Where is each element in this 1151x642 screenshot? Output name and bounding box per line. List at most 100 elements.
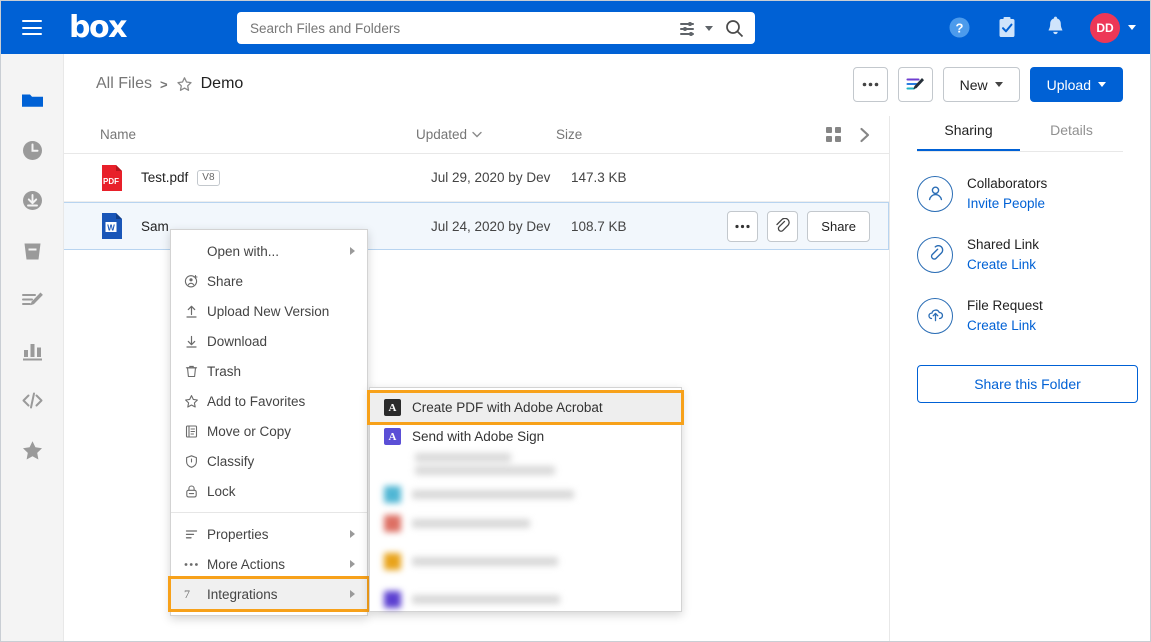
ellipsis-icon bbox=[862, 82, 878, 87]
sidebar-item-notes[interactable] bbox=[18, 286, 46, 314]
favorite-star-icon[interactable] bbox=[176, 76, 193, 93]
sidebar-item-recents[interactable] bbox=[18, 136, 46, 164]
version-badge[interactable]: V8 bbox=[197, 169, 220, 186]
hamburger-menu-icon[interactable] bbox=[22, 20, 42, 35]
search-bar bbox=[237, 12, 755, 44]
upload-button[interactable]: Upload bbox=[1029, 67, 1123, 102]
menu-item-add-to-favorites[interactable]: Add to Favorites bbox=[171, 386, 367, 416]
file-list-header: Name Updated Size bbox=[64, 116, 889, 154]
collapse-sidebar-button[interactable] bbox=[859, 127, 871, 143]
sidebar-item-trash[interactable] bbox=[18, 236, 46, 264]
submenu-blurred-group-label bbox=[370, 451, 681, 480]
share-this-folder-button[interactable]: Share this Folder bbox=[917, 365, 1138, 404]
breadcrumb-current-folder[interactable]: Demo bbox=[201, 75, 244, 93]
menu-item-lock[interactable]: Lock bbox=[171, 476, 367, 506]
submenu-item-create-pdf-adobe-acrobat[interactable]: A Create PDF with Adobe Acrobat bbox=[367, 390, 684, 425]
link-circle-icon bbox=[917, 236, 953, 273]
column-header-size[interactable]: Size bbox=[556, 127, 696, 142]
tasks-button[interactable] bbox=[994, 15, 1020, 41]
shared-link-row[interactable]: Shared Link Create Link bbox=[917, 235, 1123, 274]
file-request-text: File Request Create Link bbox=[967, 296, 1043, 335]
share-person-icon bbox=[184, 274, 204, 289]
chevron-right-icon bbox=[350, 530, 355, 538]
create-shared-link[interactable]: Create Link bbox=[967, 255, 1039, 275]
tab-sharing[interactable]: Sharing bbox=[917, 116, 1020, 151]
search-filter-chevron-down-icon[interactable] bbox=[705, 25, 713, 31]
star-outline-icon bbox=[184, 394, 204, 409]
copy-icon bbox=[184, 424, 204, 439]
submenu-blurred-item[interactable] bbox=[370, 509, 681, 538]
star-icon bbox=[22, 440, 42, 459]
search-filter-icon[interactable] bbox=[680, 20, 700, 36]
search-input[interactable] bbox=[250, 20, 680, 36]
menu-item-label: More Actions bbox=[207, 556, 286, 572]
shield-icon bbox=[184, 454, 204, 469]
invite-people-link[interactable]: Invite People bbox=[967, 194, 1047, 214]
user-avatar[interactable]: DD bbox=[1090, 12, 1120, 43]
chevron-right-icon bbox=[350, 247, 355, 255]
more-options-button[interactable] bbox=[852, 67, 888, 102]
menu-item-label: Upload New Version bbox=[207, 303, 330, 319]
file-name[interactable]: Test.pdf bbox=[141, 170, 188, 185]
code-icon bbox=[22, 392, 42, 408]
user-menu-chevron-down-icon[interactable] bbox=[1128, 25, 1136, 30]
create-file-request-link[interactable]: Create Link bbox=[967, 316, 1043, 336]
panel-tabs: Sharing Details bbox=[917, 116, 1123, 152]
notifications-button[interactable] bbox=[1042, 15, 1068, 41]
submenu-item-label: Create PDF with Adobe Acrobat bbox=[412, 400, 603, 415]
menu-item-upload-new-version[interactable]: Upload New Version bbox=[171, 296, 367, 326]
grid-view-button[interactable] bbox=[826, 127, 841, 142]
help-button[interactable]: ? bbox=[946, 15, 972, 41]
file-size: 147.3 KB bbox=[571, 170, 627, 185]
download-arrow-icon bbox=[184, 334, 204, 349]
row-more-options-button[interactable] bbox=[727, 210, 759, 242]
sidebar-item-all-files[interactable] bbox=[18, 86, 46, 114]
svg-text:PDF: PDF bbox=[103, 177, 119, 186]
menu-item-download[interactable]: Download bbox=[171, 326, 367, 356]
menu-item-integrations[interactable]: 7 Integrations bbox=[168, 576, 370, 612]
upload-cloud-circle-icon bbox=[917, 297, 953, 334]
file-name[interactable]: Sam bbox=[141, 219, 169, 234]
left-nav-rail bbox=[1, 54, 64, 641]
menu-item-more-actions[interactable]: More Actions bbox=[171, 549, 367, 579]
menu-item-label: Classify bbox=[207, 453, 255, 469]
sidebar-item-favorites[interactable] bbox=[18, 436, 46, 464]
breadcrumb-separator: > bbox=[160, 76, 168, 92]
submenu-blurred-item[interactable] bbox=[370, 547, 681, 576]
box-logo[interactable]: box bbox=[69, 12, 127, 43]
sidebar-item-synced[interactable] bbox=[18, 186, 46, 214]
upload-button-label: Upload bbox=[1046, 76, 1091, 93]
folder-toolbar: New Upload bbox=[852, 67, 1123, 102]
menu-item-open-with[interactable]: Open with... bbox=[171, 236, 367, 266]
row-copy-link-button[interactable] bbox=[767, 210, 799, 242]
submenu-blurred-item[interactable] bbox=[370, 585, 681, 614]
menu-item-label: Download bbox=[207, 333, 268, 349]
menu-item-classify[interactable]: Classify bbox=[171, 446, 367, 476]
search-submit-button[interactable] bbox=[713, 12, 755, 44]
menu-item-properties[interactable]: Properties bbox=[171, 519, 367, 549]
content-header: All Files > Demo New Upload bbox=[64, 54, 1150, 116]
new-note-button[interactable] bbox=[897, 67, 933, 102]
breadcrumb-all-files[interactable]: All Files bbox=[96, 75, 152, 93]
menu-item-move-or-copy[interactable]: Move or Copy bbox=[171, 416, 367, 446]
submenu-item-send-with-adobe-sign[interactable]: A Send with Adobe Sign bbox=[370, 422, 681, 451]
file-name-cell: Test.pdf V8 bbox=[141, 169, 431, 186]
collaborators-title: Collaborators bbox=[967, 176, 1048, 191]
column-header-updated[interactable]: Updated bbox=[416, 127, 556, 142]
sidebar-item-dev-console[interactable] bbox=[18, 386, 46, 414]
row-share-button[interactable]: Share bbox=[807, 210, 870, 242]
tab-details[interactable]: Details bbox=[1020, 116, 1123, 151]
table-row[interactable]: PDF Test.pdf V8 Jul 29, 2020 by Dev 147.… bbox=[64, 154, 889, 202]
bar-chart-icon bbox=[22, 343, 42, 360]
collaborators-row[interactable]: Collaborators Invite People bbox=[917, 174, 1123, 213]
submenu-blurred-item[interactable] bbox=[370, 480, 681, 509]
person-circle-icon bbox=[917, 175, 953, 212]
column-header-name[interactable]: Name bbox=[100, 127, 416, 142]
menu-item-share[interactable]: Share bbox=[171, 266, 367, 296]
sidebar-item-reports[interactable] bbox=[18, 336, 46, 364]
clock-icon bbox=[22, 140, 42, 160]
new-button[interactable]: New bbox=[942, 67, 1020, 102]
file-request-row[interactable]: File Request Create Link bbox=[917, 296, 1123, 335]
menu-item-trash[interactable]: Trash bbox=[171, 356, 367, 386]
column-header-updated-label: Updated bbox=[416, 127, 468, 142]
